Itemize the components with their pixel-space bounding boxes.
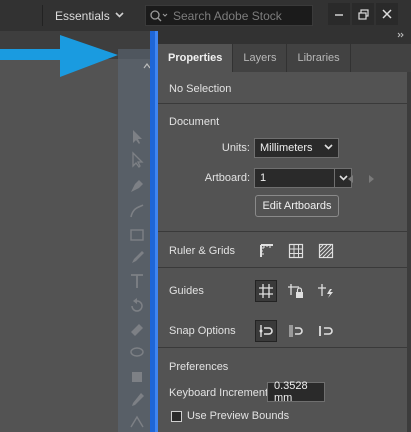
workspace-label: Essentials [55,8,110,23]
document-heading: Document [169,116,220,128]
smart-guides-toggle[interactable] [315,280,337,302]
artboard-value: 1 [260,172,267,184]
snap-to-pixel-toggle[interactable] [315,320,337,342]
workspace-switcher[interactable]: Essentials [42,5,132,26]
eyedropper-tool-icon[interactable] [128,391,146,409]
tab-properties[interactable]: Properties [158,44,234,72]
ruler-toggle[interactable] [256,240,278,262]
snap-to-grid-toggle[interactable] [285,320,307,342]
chevron-down-icon [115,12,124,18]
panel-scrollbar[interactable] [407,72,411,432]
tab-layers[interactable]: Layers [233,44,288,72]
rotate-tool-icon[interactable] [128,296,146,314]
panel-header-strip [158,31,411,44]
minimize-icon [335,14,343,16]
previous-artboard-icon[interactable] [348,175,354,183]
curvature-tool-icon[interactable] [128,202,146,220]
tab-libraries[interactable]: Libraries [287,44,351,72]
callout-arrow-icon [0,35,118,77]
close-icon [382,9,392,19]
chevron-down-icon [338,175,348,181]
section-divider [158,347,411,348]
panel-tabs: Properties Layers Libraries [158,44,411,72]
snap-to-point-toggle[interactable] [255,320,277,342]
ruler-icon [260,244,273,257]
search-placeholder: Search Adobe Stock [173,8,282,23]
show-guides-toggle[interactable] [255,280,277,302]
properties-panel: Properties Layers Libraries No Selection… [158,31,411,432]
selection-status: No Selection [169,83,232,95]
snap-to-pixel-icon [319,326,333,336]
blend-tool-icon[interactable] [128,413,146,431]
restore-icon [357,8,369,20]
collapse-panels-icon[interactable] [397,32,405,38]
application-bar: Essentials Search Adobe Stock [0,0,411,31]
direct-selection-tool-icon[interactable] [128,151,146,169]
selection-tool-icon[interactable] [128,128,146,146]
search-icon [150,9,168,21]
chevron-down-icon [324,144,333,150]
close-button[interactable] [376,3,398,25]
section-divider [158,267,411,268]
restore-button[interactable] [352,3,374,25]
paintbrush-tool-icon[interactable] [128,249,146,267]
ruler-grids-label: Ruler & Grids [169,245,236,257]
artboard-dropdown[interactable]: 1 [254,168,334,188]
use-preview-bounds-label: Use Preview Bounds [187,410,290,422]
rectangle-tool-icon[interactable] [128,226,146,244]
smart-guides-icon [318,284,333,298]
lock-guides-icon [288,284,303,298]
window-controls [328,3,398,25]
artboard-tool-icon[interactable] [128,368,146,386]
grid-icon [288,243,304,259]
next-artboard-icon[interactable] [369,175,375,183]
section-divider [158,231,411,232]
stock-search-field[interactable]: Search Adobe Stock [145,5,313,26]
minimize-button[interactable] [328,3,350,25]
eraser-tool-icon[interactable] [128,320,146,338]
grid-toggle[interactable] [285,240,307,262]
units-label: Units: [221,142,250,154]
snap-to-grid-icon [289,325,303,337]
pen-tool-icon[interactable] [128,177,146,195]
lasso-tool-icon[interactable] [128,344,146,362]
type-tool-icon[interactable] [128,272,146,290]
units-value: Millimeters [260,142,313,154]
preferences-heading: Preferences [169,361,229,373]
keyboard-increment-input[interactable]: 0.3528 mm [267,380,325,404]
guides-label: Guides [169,285,204,297]
keyboard-increment-label: Keyboard Increment: [169,387,272,399]
units-dropdown[interactable]: Millimeters [254,138,339,158]
transparency-grid-toggle[interactable] [315,240,337,262]
transparency-grid-icon [318,243,334,259]
lock-guides-toggle[interactable] [285,280,307,302]
snap-options-label: Snap Options [169,325,236,337]
edit-artboards-button[interactable]: Edit Artboards [255,195,339,217]
snap-to-point-icon [259,325,273,337]
use-preview-bounds-checkbox[interactable] [171,411,182,422]
section-divider [158,103,411,104]
guides-icon [259,284,273,298]
artboard-label: Artboard: [204,172,250,184]
